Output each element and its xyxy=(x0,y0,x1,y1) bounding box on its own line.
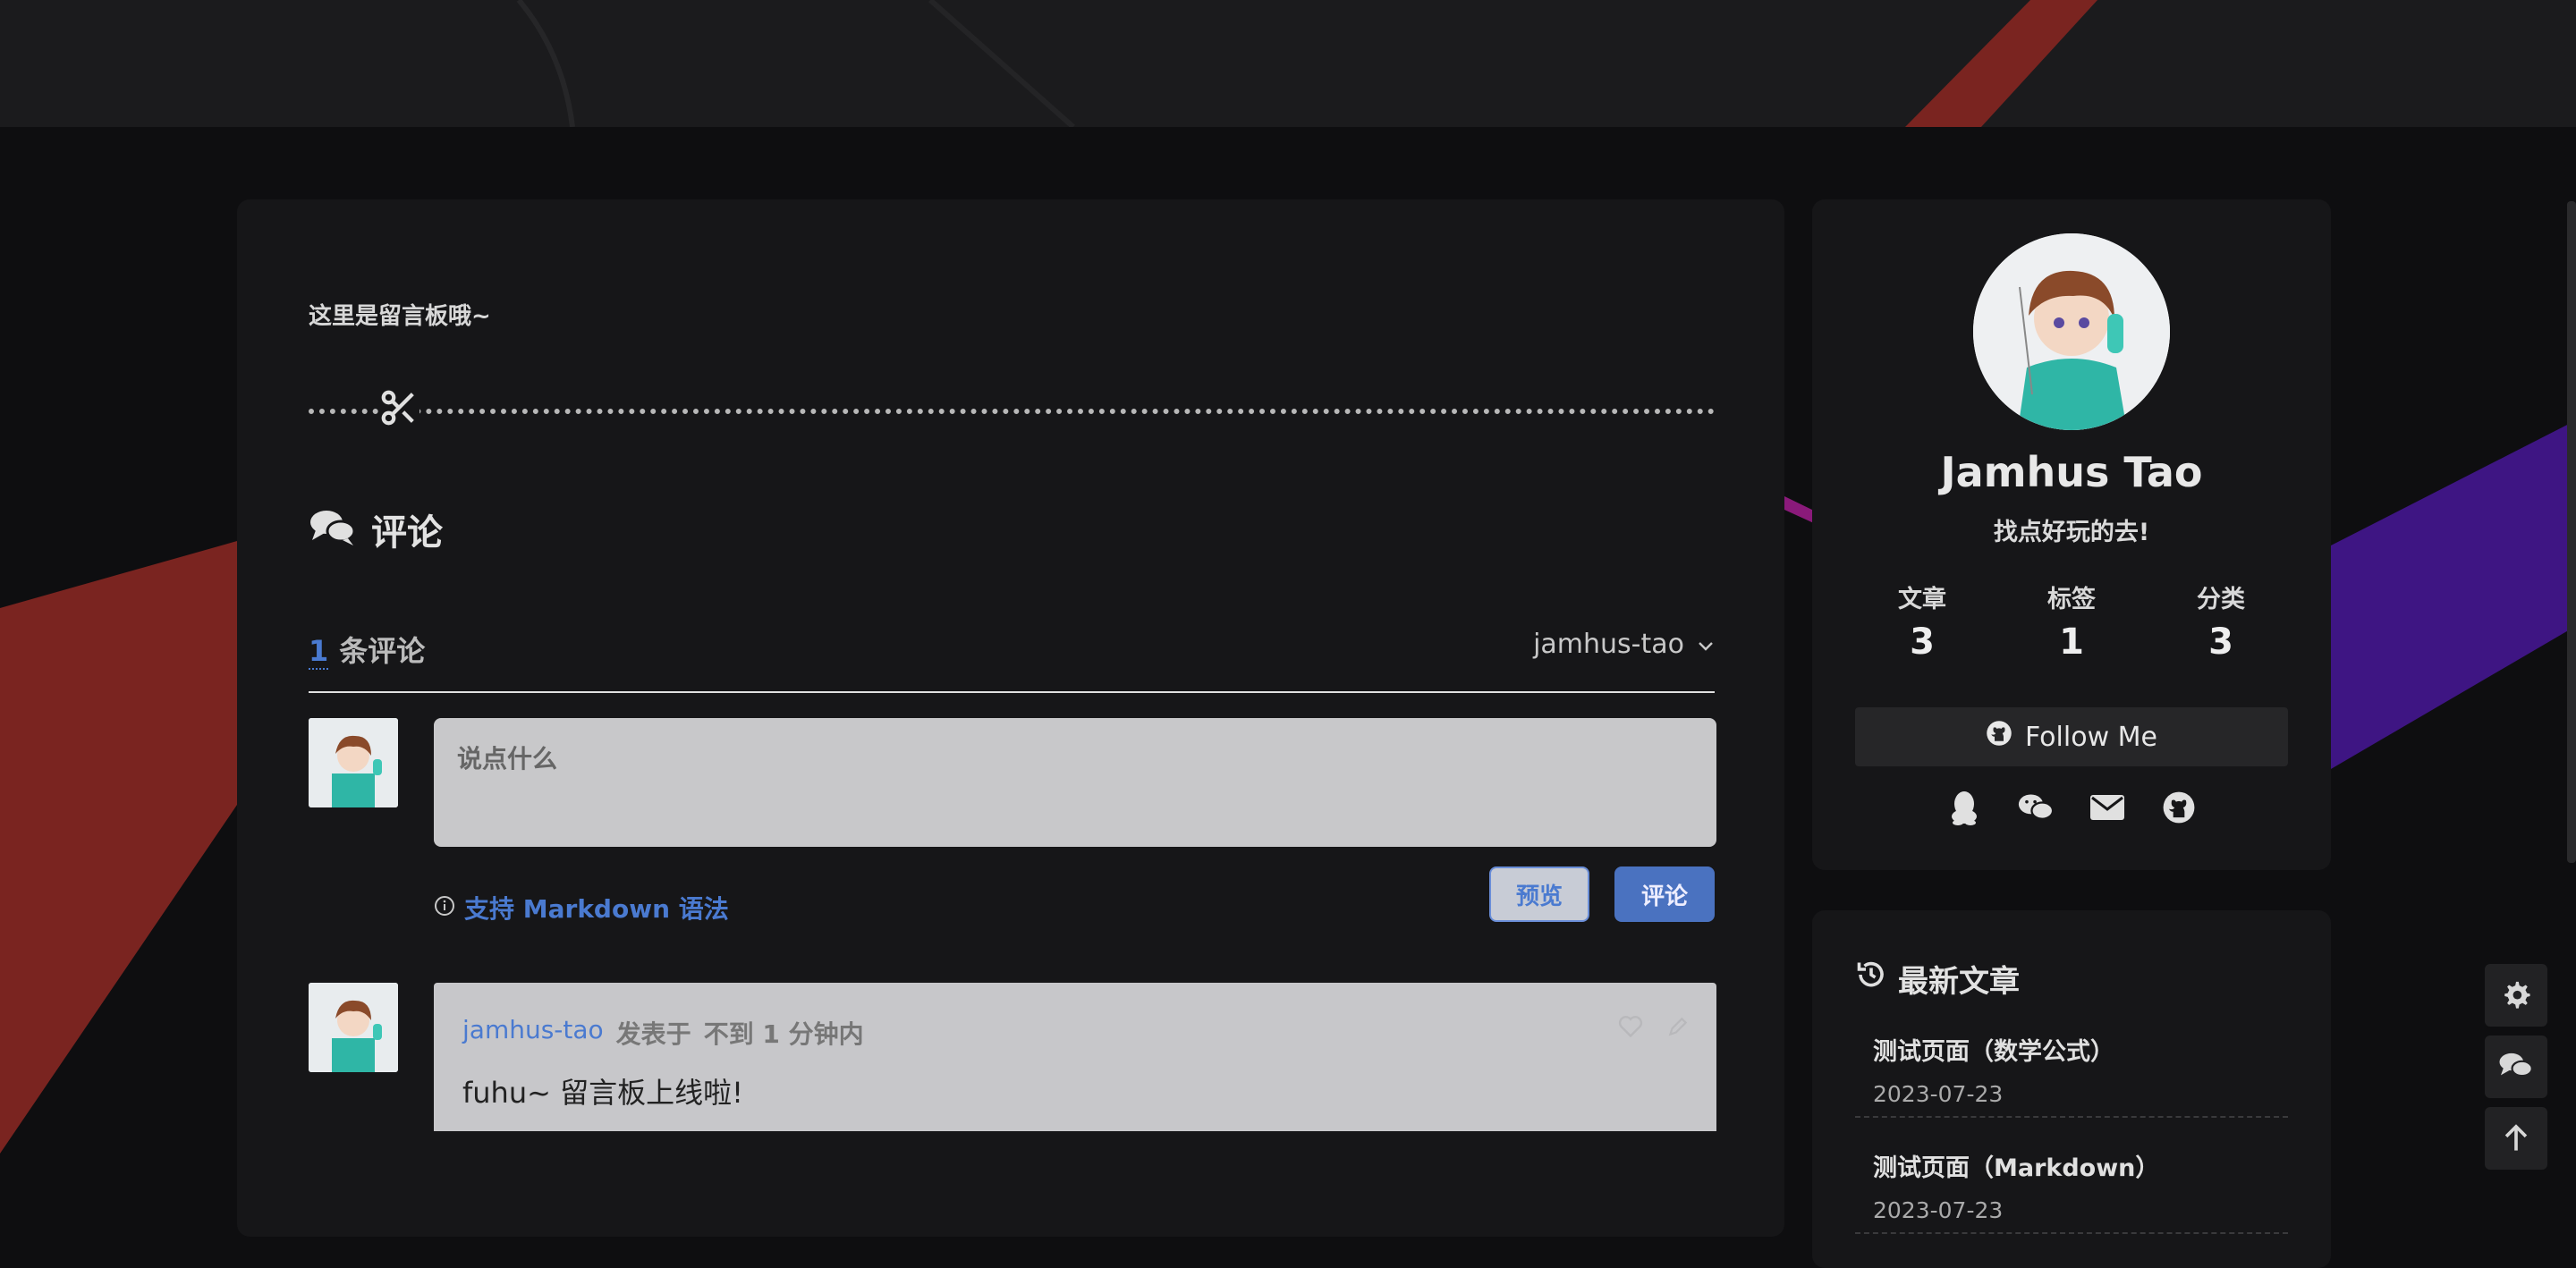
current-user-name: jamhus-tao xyxy=(1533,629,1684,660)
follow-me-label: Follow Me xyxy=(2025,721,2157,753)
recent-post-title[interactable]: 测试页面（数学公式） xyxy=(1873,1032,2288,1067)
mail-icon[interactable] xyxy=(2089,790,2125,825)
social-links xyxy=(1812,790,2331,825)
heart-icon[interactable] xyxy=(1618,1015,1643,1042)
comment-meta: jamhus-tao 发表于 不到 1 分钟内 xyxy=(462,1015,864,1051)
info-icon xyxy=(434,893,455,923)
current-user-avatar[interactable] xyxy=(309,718,398,807)
stat-label: 文章 xyxy=(1898,586,1946,613)
recent-post-item[interactable]: 测试页面（Markdown） 2023-07-23 xyxy=(1855,1125,2288,1234)
back-to-top-button[interactable] xyxy=(2485,1107,2547,1170)
comment-author[interactable]: jamhus-tao xyxy=(462,1015,604,1051)
stat-label: 标签 xyxy=(2047,586,2096,613)
github-icon[interactable] xyxy=(2161,790,2197,825)
comments-title: 评论 xyxy=(371,512,443,554)
comment-count-label: 条评论 xyxy=(339,634,426,668)
profile-motto: 找点好玩的去! xyxy=(1993,519,2150,546)
page-scrollbar[interactable] xyxy=(2567,201,2576,863)
comment-count: 1 条评论 xyxy=(309,629,425,670)
recent-posts-card: 最新文章 测试页面（数学公式） 2023-07-23 测试页面（Markdown… xyxy=(1812,910,2331,1268)
comments-icon xyxy=(2498,1051,2534,1084)
profile-stats: 文章 3 标签 1 分类 3 xyxy=(1855,579,2288,663)
stat-articles[interactable]: 文章 3 xyxy=(1855,579,1989,663)
profile-name: Jamhus Tao xyxy=(1940,448,2203,496)
stat-value: 3 xyxy=(2208,621,2233,663)
comment-time: 不到 1 分钟内 xyxy=(703,1019,864,1049)
chevron-down-icon xyxy=(1697,629,1715,660)
preview-button[interactable]: 预览 xyxy=(1489,866,1589,922)
recent-posts-title: 最新文章 xyxy=(1898,964,2020,1000)
comment-posted-label: 发表于 xyxy=(615,1019,691,1049)
recent-post-date: 2023-07-23 xyxy=(1873,1197,2004,1223)
settings-button[interactable] xyxy=(2485,964,2547,1027)
edit-icon[interactable] xyxy=(1666,1015,1690,1042)
recent-post-title[interactable]: 测试页面（Markdown） xyxy=(1873,1148,2288,1183)
recent-post-item[interactable]: 测试页面（数学公式） 2023-07-23 xyxy=(1855,1009,2288,1118)
wechat-icon[interactable] xyxy=(2018,790,2054,825)
comments-icon xyxy=(309,508,357,551)
scissors-icon xyxy=(378,387,419,428)
profile-card: Jamhus Tao 找点好玩的去! 文章 3 标签 1 分类 3 Follow… xyxy=(1812,199,2331,870)
submit-comment-button[interactable]: 评论 xyxy=(1614,866,1715,922)
message-board-card: 这里是留言板哦~ 评论 1 条评论 jamhus-tao 说点什么 支持 Mar… xyxy=(237,199,1784,1237)
profile-avatar xyxy=(1973,233,2170,430)
stat-value: 1 xyxy=(2059,621,2084,663)
stat-value: 3 xyxy=(1910,621,1935,663)
comment-author-avatar[interactable] xyxy=(309,983,398,1072)
intro-text: 这里是留言板哦~ xyxy=(309,303,491,330)
stat-tags[interactable]: 标签 1 xyxy=(2004,579,2139,663)
comments-shortcut-button[interactable] xyxy=(2485,1036,2547,1098)
floating-toolbar xyxy=(2485,964,2547,1179)
comments-section-header: 评论 xyxy=(309,503,443,555)
stat-label: 分类 xyxy=(2197,586,2245,613)
arrow-up-icon xyxy=(2503,1122,2529,1155)
comment-count-row: 1 条评论 jamhus-tao xyxy=(309,620,1715,693)
follow-me-button[interactable]: Follow Me xyxy=(1855,707,2288,766)
markdown-hint[interactable]: 支持 Markdown 语法 xyxy=(434,890,729,926)
github-icon xyxy=(1986,720,2012,754)
user-dropdown[interactable]: jamhus-tao xyxy=(1533,629,1715,660)
stat-categories[interactable]: 分类 3 xyxy=(2154,579,2288,663)
recent-post-date: 2023-07-23 xyxy=(1873,1081,2004,1107)
markdown-hint-text: 支持 Markdown 语法 xyxy=(464,894,729,924)
dotted-divider xyxy=(309,409,1715,414)
gear-icon xyxy=(2501,979,2531,1012)
top-banner xyxy=(0,0,2576,127)
comment-text: fuhu~ 留言板上线啦! xyxy=(462,1076,743,1110)
comment-item: jamhus-tao 发表于 不到 1 分钟内 fuhu~ 留言板上线啦! xyxy=(434,983,1716,1131)
history-icon xyxy=(1855,959,1887,999)
comment-input[interactable] xyxy=(434,718,1716,847)
recent-posts-header: 最新文章 xyxy=(1855,957,2020,1001)
comment-actions xyxy=(1618,1015,1690,1042)
comment-count-number[interactable]: 1 xyxy=(309,634,329,670)
qq-icon[interactable] xyxy=(1946,790,1982,825)
